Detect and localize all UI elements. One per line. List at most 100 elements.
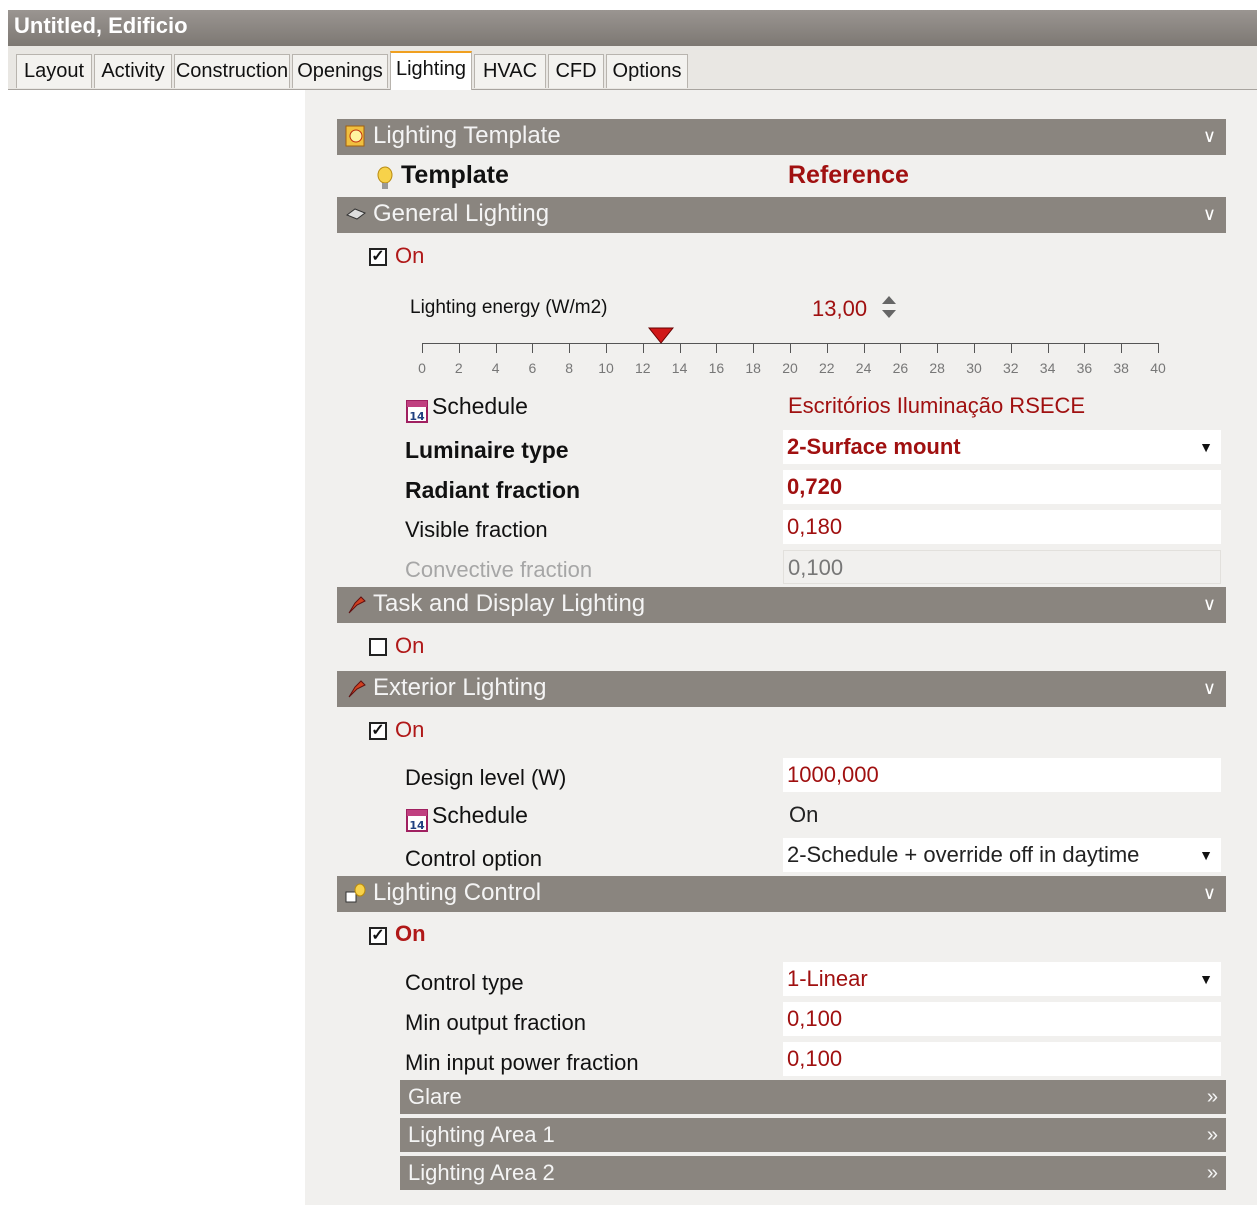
template-label: Template bbox=[401, 161, 509, 189]
exterior-on-checkbox[interactable]: ✓ bbox=[369, 722, 387, 740]
double-chevron-right-icon[interactable]: » bbox=[1207, 1080, 1218, 1114]
window-title: Untitled, Edificio bbox=[8, 10, 1257, 46]
min-input-power-fraction-input[interactable]: 0,100 bbox=[783, 1042, 1221, 1076]
slider-tick bbox=[569, 343, 571, 353]
tab-openings[interactable]: Openings bbox=[292, 54, 388, 88]
task-on-label: On bbox=[395, 633, 425, 658]
slider-tick-label: 2 bbox=[454, 360, 463, 376]
section-exterior-lighting[interactable]: Exterior Lighting ∨ bbox=[337, 671, 1226, 707]
lighting-control-icon bbox=[345, 883, 366, 903]
section-lighting-control[interactable]: Lighting Control ∨ bbox=[337, 876, 1226, 912]
tab-cfd[interactable]: CFD bbox=[548, 54, 604, 88]
slider-tick-label: 20 bbox=[782, 360, 798, 376]
dropdown-arrow-icon[interactable]: ▼ bbox=[1199, 430, 1213, 464]
double-chevron-down-icon[interactable]: ∨ bbox=[1203, 197, 1216, 231]
slider-tick bbox=[1084, 343, 1086, 353]
exterior-on-label: On bbox=[395, 717, 425, 742]
double-chevron-down-icon[interactable]: ∨ bbox=[1203, 119, 1216, 153]
properties-pane bbox=[305, 90, 1257, 1205]
svg-text:14: 14 bbox=[409, 819, 425, 832]
slider-thumb[interactable] bbox=[648, 327, 675, 345]
exterior-lamp-icon bbox=[348, 680, 366, 698]
slider-tick-label: 24 bbox=[855, 360, 872, 376]
luminaire-type-select[interactable]: 2-Surface mount ▼ bbox=[783, 430, 1221, 464]
control-type-value: 1-Linear bbox=[787, 966, 868, 991]
tab-activity[interactable]: Activity bbox=[94, 54, 172, 88]
subsection-lighting-area-2[interactable]: Lighting Area 2 » bbox=[400, 1156, 1226, 1190]
slider-tick-label: 30 bbox=[966, 360, 982, 376]
slider-tick-label: 22 bbox=[819, 360, 835, 376]
convective-fraction-input: 0,100 bbox=[783, 550, 1221, 584]
control-on-checkbox[interactable]: ✓ bbox=[369, 927, 387, 945]
slider-tick bbox=[863, 343, 865, 353]
spinner-arrows-icon[interactable] bbox=[880, 294, 898, 320]
template-value[interactable]: Reference bbox=[788, 161, 909, 190]
tab-hvac[interactable]: HVAC bbox=[474, 54, 546, 88]
svg-text:14: 14 bbox=[409, 410, 425, 423]
lighting-energy-label: Lighting energy (W/m2) bbox=[410, 297, 608, 318]
control-on-label: On bbox=[395, 921, 426, 946]
slider-tick bbox=[606, 343, 607, 353]
tab-options[interactable]: Options bbox=[606, 54, 688, 88]
lighting-energy-value[interactable]: 13,00 bbox=[812, 296, 867, 322]
tab-strip: Layout Activity Construction Openings Li… bbox=[8, 46, 1257, 90]
slider-tick-label: 8 bbox=[565, 360, 574, 376]
visible-fraction-input[interactable]: 0,180 bbox=[783, 510, 1221, 544]
slider-tick-label: 32 bbox=[1003, 360, 1019, 376]
slider-tick-label: 18 bbox=[745, 360, 761, 376]
luminaire-type-value: 2-Surface mount bbox=[787, 434, 961, 459]
slider-tick bbox=[900, 343, 902, 353]
radiant-fraction-label: Radiant fraction bbox=[405, 477, 581, 503]
task-on-checkbox[interactable] bbox=[369, 638, 387, 656]
luminaire-type-label: Luminaire type bbox=[405, 437, 569, 463]
design-level-label: Design level (W) bbox=[405, 765, 567, 790]
tab-construction[interactable]: Construction bbox=[174, 54, 290, 88]
schedule-value[interactable]: Escritórios Iluminação RSECE bbox=[788, 393, 1085, 419]
double-chevron-right-icon[interactable]: » bbox=[1207, 1118, 1218, 1152]
double-chevron-right-icon[interactable]: » bbox=[1207, 1156, 1218, 1190]
double-chevron-down-icon[interactable]: ∨ bbox=[1203, 876, 1216, 910]
slider-tick bbox=[1121, 343, 1123, 353]
slider-tick bbox=[458, 343, 460, 353]
general-on-checkbox[interactable]: ✓ bbox=[369, 248, 387, 266]
control-type-select[interactable]: 1-Linear ▼ bbox=[783, 962, 1221, 996]
subsection-lighting-area-1[interactable]: Lighting Area 1 » bbox=[400, 1118, 1226, 1152]
subsection-title: Lighting Area 2 bbox=[408, 1160, 555, 1185]
radiant-fraction-input[interactable]: 0,720 bbox=[783, 470, 1221, 504]
slider-tick-label: 6 bbox=[528, 360, 537, 376]
dropdown-arrow-icon[interactable]: ▼ bbox=[1199, 838, 1213, 872]
slider-tick-label: 26 bbox=[892, 360, 909, 376]
double-chevron-down-icon[interactable]: ∨ bbox=[1203, 587, 1216, 621]
control-option-select[interactable]: 2-Schedule + override off in daytime ▼ bbox=[783, 838, 1221, 872]
slider-tick bbox=[642, 343, 644, 353]
convective-fraction-label: Convective fraction bbox=[405, 557, 593, 582]
slider-tick bbox=[826, 343, 828, 353]
slider-tick bbox=[1047, 343, 1049, 353]
design-level-input[interactable]: 1000,000 bbox=[783, 758, 1221, 792]
tab-layout[interactable]: Layout bbox=[16, 54, 92, 88]
control-option-value: 2-Schedule + override off in daytime bbox=[787, 842, 1140, 867]
slider-tick-label: 36 bbox=[1076, 360, 1093, 376]
section-title: Lighting Template bbox=[373, 122, 561, 149]
subsection-title: Lighting Area 1 bbox=[408, 1122, 555, 1147]
slider-tick-label: 4 bbox=[491, 360, 500, 376]
slider-tick-label: 10 bbox=[598, 360, 614, 376]
section-lighting-template[interactable]: Lighting Template ∨ bbox=[337, 119, 1226, 155]
double-chevron-down-icon[interactable]: ∨ bbox=[1203, 671, 1216, 705]
slider-tick-label: 28 bbox=[929, 360, 945, 376]
section-title: Exterior Lighting bbox=[373, 674, 547, 701]
slider-tick bbox=[753, 343, 755, 353]
slider-tick-label: 40 bbox=[1150, 360, 1166, 376]
exterior-schedule-value[interactable]: On bbox=[789, 802, 818, 828]
section-title: Lighting Control bbox=[373, 879, 542, 906]
subsection-glare[interactable]: Glare » bbox=[400, 1080, 1226, 1114]
tab-lighting[interactable]: Lighting bbox=[390, 51, 472, 90]
slider-tick bbox=[790, 343, 791, 353]
section-task-display-lighting[interactable]: Task and Display Lighting ∨ bbox=[337, 587, 1226, 623]
control-option-label: Control option bbox=[405, 846, 542, 871]
section-general-lighting[interactable]: General Lighting ∨ bbox=[337, 197, 1226, 233]
dropdown-arrow-icon[interactable]: ▼ bbox=[1199, 962, 1213, 996]
slider-tick bbox=[1010, 343, 1012, 353]
left-pane bbox=[8, 90, 305, 1205]
min-output-fraction-input[interactable]: 0,100 bbox=[783, 1002, 1221, 1036]
